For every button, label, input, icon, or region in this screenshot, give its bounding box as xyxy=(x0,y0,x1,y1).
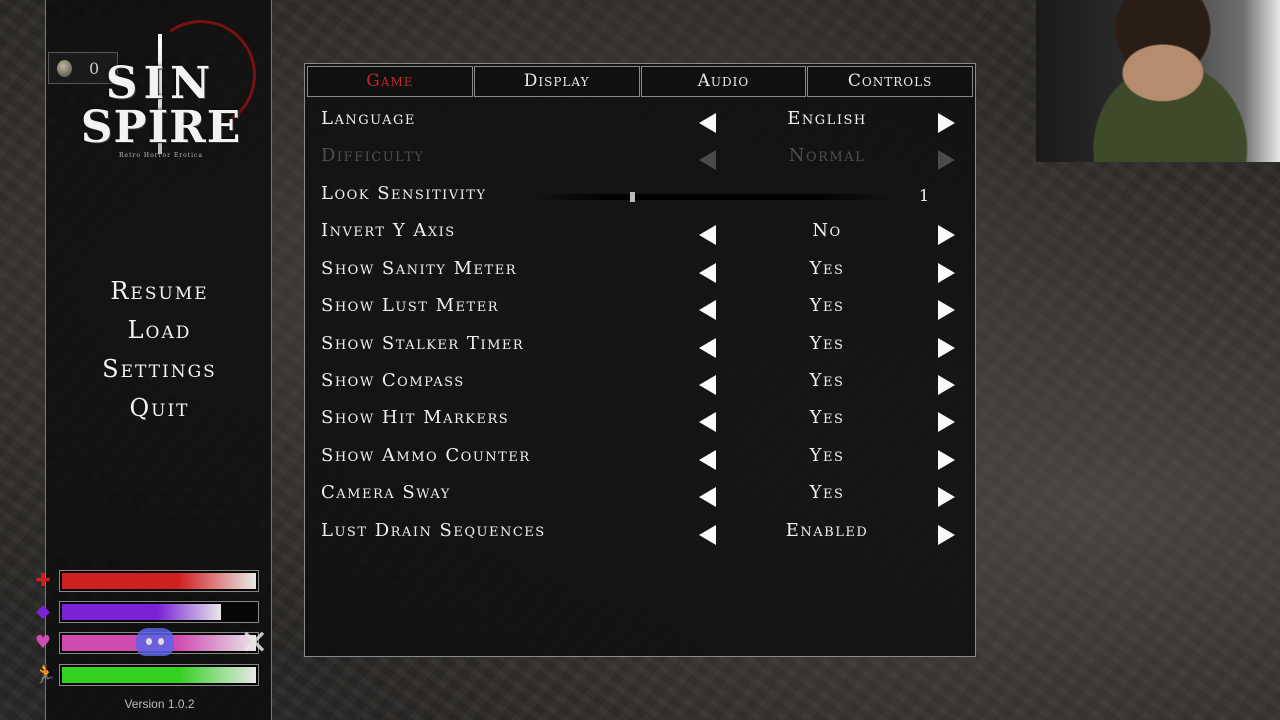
arrow-left-icon[interactable] xyxy=(699,225,716,245)
setting-difficulty: Difficulty Normal xyxy=(305,139,977,176)
arrow-right-icon xyxy=(938,150,955,170)
arrow-left-icon[interactable] xyxy=(699,525,716,545)
setting-value: Yes xyxy=(809,295,845,316)
setting-label: Lust Drain Sequences xyxy=(321,520,546,541)
setting-label: Difficulty xyxy=(321,145,425,166)
setting-lust-drain: Lust Drain Sequences Enabled xyxy=(305,514,977,551)
arrow-left-icon[interactable] xyxy=(699,300,716,320)
setting-label: Show Compass xyxy=(321,370,465,391)
tab-game[interactable]: Game xyxy=(307,66,473,97)
setting-language: Language English xyxy=(305,102,977,139)
stamina-runner-icon: 🏃 xyxy=(34,664,57,685)
setting-value: Enabled xyxy=(785,520,869,541)
arrow-right-icon[interactable] xyxy=(938,338,955,358)
settings-tabs: Game Display Audio Controls xyxy=(307,66,973,97)
setting-label: Look Sensitivity xyxy=(321,183,487,204)
health-cross-icon: ✚ xyxy=(35,570,51,591)
arrow-right-icon[interactable] xyxy=(938,263,955,283)
setting-invert-y: Invert Y Axis No xyxy=(305,214,977,251)
setting-hit-markers: Show Hit Markers Yes xyxy=(305,401,977,438)
setting-label: Invert Y Axis xyxy=(321,220,456,241)
stamina-bar-fill xyxy=(62,667,256,683)
setting-lust-meter: Show Lust Meter Yes xyxy=(305,289,977,326)
arrow-left-icon[interactable] xyxy=(699,412,716,432)
slider-handle[interactable] xyxy=(630,192,635,202)
load-button[interactable]: Load xyxy=(46,311,273,350)
setting-value: Normal xyxy=(788,145,866,166)
setting-value: English xyxy=(787,108,867,129)
setting-label: Show Hit Markers xyxy=(321,407,510,428)
arrow-left-icon[interactable] xyxy=(699,487,716,507)
setting-ammo-counter: Show Ammo Counter Yes xyxy=(305,439,977,476)
setting-label: Language xyxy=(321,108,416,129)
tab-audio[interactable]: Audio xyxy=(640,66,807,97)
tab-display[interactable]: Display xyxy=(473,66,640,97)
webcam-overlay xyxy=(1036,0,1280,162)
lust-heart-icon: ♥ xyxy=(34,632,52,653)
setting-value: Yes xyxy=(809,370,845,391)
arrow-right-icon[interactable] xyxy=(938,300,955,320)
tab-controls[interactable]: Controls xyxy=(807,66,973,97)
logo-tagline: Retro Horror Erotica xyxy=(119,152,203,159)
setting-label: Show Stalker Timer xyxy=(321,333,525,354)
arrow-left-icon[interactable] xyxy=(699,375,716,395)
sanity-bar: ◆ xyxy=(34,601,259,623)
arrow-left-icon[interactable] xyxy=(699,450,716,470)
stamina-bar: 🏃 xyxy=(34,664,259,686)
x-social-icon[interactable]: ✕ xyxy=(240,623,269,663)
arrow-left-icon[interactable] xyxy=(699,113,716,133)
coin-icon xyxy=(57,60,72,77)
setting-value: Yes xyxy=(809,445,845,466)
discord-icon[interactable] xyxy=(136,628,174,656)
logo-title-line2: SPIRE xyxy=(80,102,242,153)
setting-value: No xyxy=(812,220,842,241)
version-label: Version 1.0.2 xyxy=(124,697,195,711)
game-logo: SIN SPIRE Retro Horror Erotica xyxy=(76,11,265,170)
pause-menu: Resume Load Settings Quit xyxy=(46,272,273,428)
arrow-right-icon[interactable] xyxy=(938,450,955,470)
arrow-left-icon xyxy=(699,150,716,170)
setting-compass: Show Compass Yes xyxy=(305,364,977,401)
resume-button[interactable]: Resume xyxy=(46,272,273,311)
sensitivity-slider[interactable] xyxy=(533,192,891,202)
setting-camera-sway: Camera Sway Yes xyxy=(305,476,977,513)
setting-stalker-timer: Show Stalker Timer Yes xyxy=(305,327,977,364)
settings-button[interactable]: Settings xyxy=(46,350,273,389)
arrow-left-icon[interactable] xyxy=(699,263,716,283)
setting-label: Show Sanity Meter xyxy=(321,258,517,279)
arrow-right-icon[interactable] xyxy=(938,412,955,432)
health-bar-fill xyxy=(62,573,256,589)
setting-label: Show Lust Meter xyxy=(321,295,499,316)
sanity-bar-fill xyxy=(62,604,221,620)
health-bar: ✚ xyxy=(34,570,259,592)
arrow-left-icon[interactable] xyxy=(699,338,716,358)
arrow-right-icon[interactable] xyxy=(938,113,955,133)
pause-sidebar: 0 SIN SPIRE Retro Horror Erotica Resume … xyxy=(34,0,273,720)
setting-label: Camera Sway xyxy=(321,482,451,503)
sensitivity-value: 1 xyxy=(919,186,930,205)
setting-value: Yes xyxy=(809,333,845,354)
arrow-right-icon[interactable] xyxy=(938,487,955,507)
quit-button[interactable]: Quit xyxy=(46,389,273,428)
setting-value: Yes xyxy=(809,482,845,503)
settings-panel: Game Display Audio Controls Language Eng… xyxy=(304,63,976,657)
setting-look-sensitivity: Look Sensitivity 1 xyxy=(305,177,977,214)
arrow-right-icon[interactable] xyxy=(938,525,955,545)
setting-value: Yes xyxy=(809,407,845,428)
sanity-gem-icon: ◆ xyxy=(36,601,50,622)
arrow-right-icon[interactable] xyxy=(938,375,955,395)
setting-sanity-meter: Show Sanity Meter Yes xyxy=(305,252,977,289)
arrow-right-icon[interactable] xyxy=(938,225,955,245)
setting-label: Show Ammo Counter xyxy=(321,445,531,466)
setting-value: Yes xyxy=(809,258,845,279)
